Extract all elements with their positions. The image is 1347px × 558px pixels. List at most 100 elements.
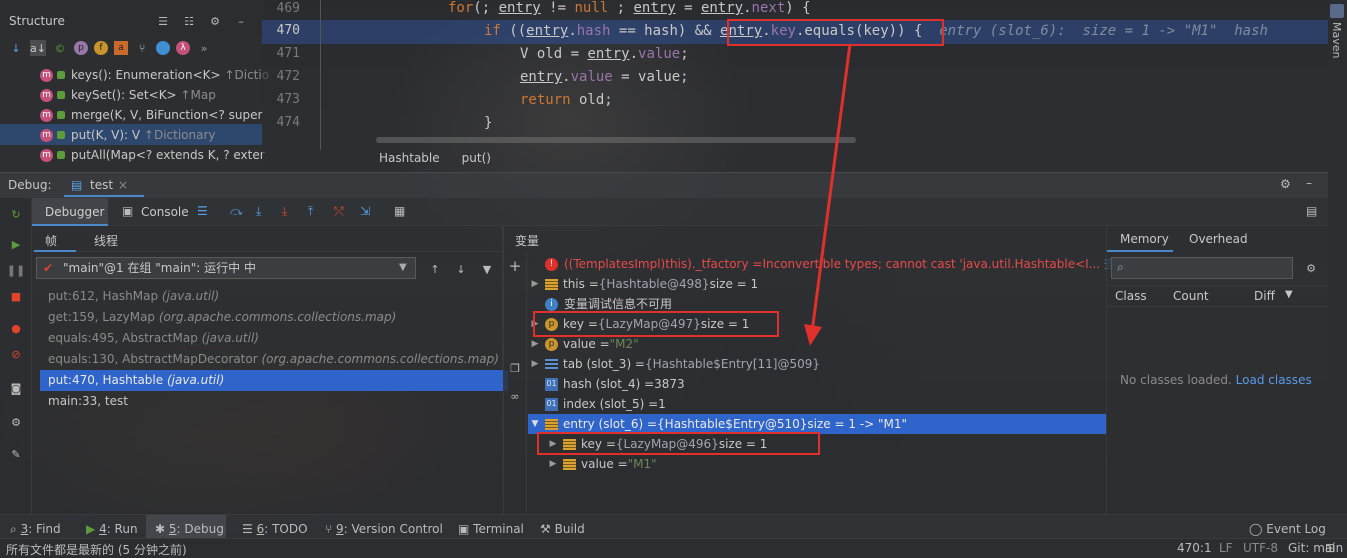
fields-icon[interactable]: f: [94, 41, 108, 55]
expand-arrow-icon[interactable]: ▶: [528, 274, 542, 294]
pause-icon[interactable]: ❚❚: [7, 262, 25, 278]
pin-icon[interactable]: ✎: [8, 446, 24, 462]
stop-icon[interactable]: ■: [8, 288, 24, 304]
col-count[interactable]: Count: [1173, 289, 1209, 303]
variable-row[interactable]: 01 hash (slot_4) = 3873: [542, 374, 685, 394]
close-icon[interactable]: ×: [118, 178, 128, 192]
rerun-icon[interactable]: ↻: [8, 206, 24, 222]
debug-tool-button[interactable]: ✱ 5: Debug: [155, 520, 224, 538]
resume-icon[interactable]: ▶: [8, 236, 24, 252]
horizontal-scrollbar[interactable]: [376, 137, 856, 143]
layout-icon[interactable]: ▤: [1306, 204, 1317, 218]
arrow-down-icon[interactable]: ↓: [453, 261, 469, 277]
sort-alpha-icon[interactable]: a↓: [30, 40, 46, 56]
expand-arrow-icon[interactable]: ▶: [528, 354, 542, 374]
stack-frame[interactable]: put:612, HashMap (java.util): [40, 286, 500, 307]
step-into-icon[interactable]: ⤓: [256, 204, 261, 219]
vcs-tool-button[interactable]: ⑂ 9: Version Control: [325, 520, 443, 538]
hide-icon[interactable]: –: [233, 13, 249, 29]
code-line-474[interactable]: }: [484, 112, 492, 134]
step-out-icon[interactable]: ⤒: [308, 204, 313, 219]
gear-icon[interactable]: ⚙: [207, 13, 223, 29]
expand-arrow-icon[interactable]: ▶: [528, 334, 542, 354]
expanded-arrow-icon[interactable]: ▼: [528, 414, 542, 434]
code-line-472[interactable]: entry.value = value;: [520, 66, 689, 88]
evaluate-icon[interactable]: ▦: [394, 204, 405, 218]
tab-variables[interactable]: 变量: [515, 232, 539, 249]
memory-search-input[interactable]: ⌕: [1111, 257, 1293, 279]
build-tool-button[interactable]: ⚒ Build: [540, 520, 585, 538]
col-class[interactable]: Class: [1115, 289, 1147, 303]
tab-console[interactable]: Console: [141, 205, 189, 219]
lambda-struct-icon[interactable]: ⑂: [134, 40, 150, 56]
breadcrumb-method[interactable]: put(): [462, 151, 491, 165]
structure-item[interactable]: m merge(K, V, BiFunction<? super: [40, 105, 262, 125]
lambda-icon[interactable]: λ: [176, 41, 190, 55]
todo-tool-button[interactable]: ☰ 6: TODO: [242, 520, 308, 538]
stack-frame[interactable]: get:159, LazyMap (org.apache.commons.col…: [40, 307, 500, 328]
tab-overhead[interactable]: Overhead: [1189, 232, 1248, 246]
stack-frame[interactable]: equals:495, AbstractMap (java.util): [40, 328, 500, 349]
lock-icon[interactable]: ⊞: [1325, 541, 1335, 555]
step-over-icon[interactable]: ⤼: [230, 204, 243, 219]
load-classes-link[interactable]: Load classes: [1236, 373, 1312, 387]
code-line-473[interactable]: return old;: [520, 89, 613, 111]
cursor-position[interactable]: 470:1: [1177, 541, 1212, 555]
variable-row[interactable]: ▶ this = {Hashtable@498} size = 1: [528, 274, 759, 294]
public-lock-icon: [57, 71, 65, 79]
structure-item[interactable]: m keySet(): Set<K> ↑Map: [40, 85, 216, 105]
variable-row[interactable]: ▶ p value = "M2": [528, 334, 639, 354]
properties-icon[interactable]: p: [74, 41, 88, 55]
gear-icon[interactable]: ⚙: [1303, 260, 1319, 276]
sort-icon[interactable]: ☰: [155, 13, 171, 29]
expand-arrow-icon[interactable]: ▶: [546, 454, 560, 474]
inherited-icon[interactable]: ©: [52, 40, 68, 56]
chevron-down-icon[interactable]: ▼: [1285, 289, 1293, 300]
structure-item[interactable]: m keys(): Enumeration<K> ↑Dictio: [40, 65, 269, 85]
collapse-icon[interactable]: ☷: [181, 13, 197, 29]
mute-breakpoints-icon[interactable]: ⊘: [8, 346, 24, 362]
gear-icon[interactable]: ⚙: [1280, 177, 1291, 191]
find-tool-button[interactable]: ⌕ 3: Find: [10, 520, 61, 538]
anonymous-icon[interactable]: [156, 41, 170, 55]
col-diff[interactable]: Diff: [1254, 289, 1275, 303]
non-public-icon[interactable]: a: [114, 41, 128, 55]
thread-select[interactable]: ✔ "main"@1 在组 "main": 运行中 中 ▼: [36, 257, 416, 279]
variable-row[interactable]: ▶ tab (slot_3) = {Hashtable$Entry[11]@50…: [528, 354, 820, 374]
file-encoding[interactable]: UTF-8: [1243, 541, 1278, 555]
terminal-tool-button[interactable]: ▣ Terminal: [458, 520, 524, 538]
more-icon[interactable]: »: [196, 40, 212, 56]
breadcrumb-class[interactable]: Hashtable: [379, 151, 440, 165]
glasses-icon[interactable]: ∞: [507, 388, 523, 404]
filter-icon[interactable]: ▼: [479, 261, 495, 277]
tab-frames[interactable]: 帧: [45, 232, 57, 249]
line-separator[interactable]: LF: [1219, 541, 1233, 555]
run-to-cursor-icon[interactable]: ⇲: [360, 204, 370, 218]
arrow-up-icon[interactable]: ↑: [427, 261, 443, 277]
variable-row[interactable]: ▶ value = "M1": [546, 454, 657, 474]
maven-icon[interactable]: [1330, 4, 1344, 18]
stack-frame[interactable]: equals:130, AbstractMapDecorator (org.ap…: [40, 349, 500, 370]
view-breakpoints-icon[interactable]: ●: [8, 320, 24, 336]
maven-tab[interactable]: Maven: [1330, 22, 1343, 58]
camera-icon[interactable]: ◙: [8, 380, 24, 396]
add-watch-icon[interactable]: +: [507, 258, 523, 274]
drop-frame-icon[interactable]: ⤱: [334, 204, 344, 219]
stack-frame-selected[interactable]: put:470, Hashtable (java.util): [40, 370, 508, 391]
force-step-into-icon[interactable]: ⤓: [282, 204, 287, 219]
code-line-471[interactable]: V old = entry.value;: [520, 43, 689, 65]
run-tool-button[interactable]: ▶ 4: Run: [86, 520, 138, 538]
variable-row-selected[interactable]: ▼ entry (slot_6) = {Hashtable$Entry@510}…: [528, 414, 908, 434]
structure-item[interactable]: m putAll(Map<? extends K, ? exter: [40, 145, 265, 165]
event-log-button[interactable]: ◯ Event Log: [1249, 520, 1326, 538]
variable-row[interactable]: 01 index (slot_5) = 1: [542, 394, 666, 414]
copy-icon[interactable]: ❐: [507, 360, 523, 376]
code-line-469[interactable]: for(; entry != null ; entry = entry.next…: [448, 0, 811, 19]
show-execution-point-icon[interactable]: ☰: [197, 204, 208, 218]
stack-frame[interactable]: main:33, test: [40, 391, 500, 412]
sort-visibility-icon[interactable]: ↓: [8, 40, 24, 56]
tab-threads[interactable]: 线程: [94, 232, 118, 249]
structure-item-selected[interactable]: m put(K, V): V ↑Dictionary: [40, 125, 216, 145]
hide-icon[interactable]: –: [1306, 176, 1312, 190]
settings-icon[interactable]: ⚙: [8, 414, 24, 430]
